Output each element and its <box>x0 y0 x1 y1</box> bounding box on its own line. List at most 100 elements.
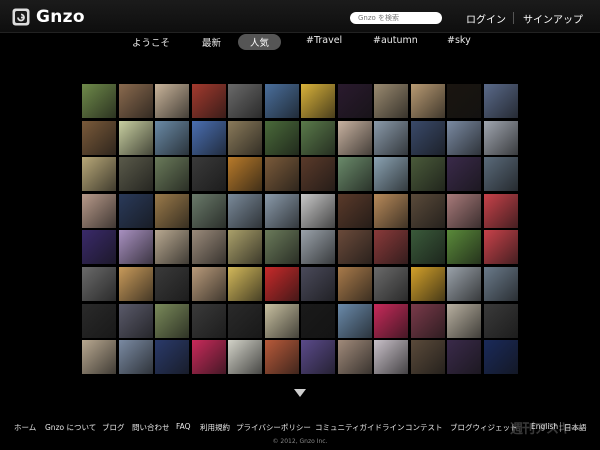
photo-thumbnail[interactable] <box>191 84 226 118</box>
photo-thumbnail[interactable] <box>447 84 481 118</box>
footer-link-blog[interactable]: ブログ <box>102 422 125 433</box>
photo-thumbnail[interactable] <box>447 303 481 338</box>
footer-link-terms[interactable]: 利用規約 <box>200 422 230 433</box>
photo-thumbnail[interactable] <box>447 120 481 155</box>
photo-thumbnail[interactable] <box>264 120 299 155</box>
photo-thumbnail[interactable] <box>264 230 299 265</box>
photo-thumbnail[interactable] <box>118 303 153 338</box>
photo-thumbnail[interactable] <box>301 84 335 118</box>
signup-link[interactable]: サインアップ <box>523 11 583 26</box>
footer-link-widget[interactable]: ブログウィジェット <box>450 422 518 433</box>
photo-thumbnail[interactable] <box>228 230 262 265</box>
brand-logo[interactable]: Gnzo <box>12 7 85 27</box>
photo-thumbnail[interactable] <box>228 340 262 375</box>
footer-link-faq[interactable]: FAQ <box>176 422 191 431</box>
photo-thumbnail[interactable] <box>191 157 226 192</box>
photo-thumbnail[interactable] <box>337 266 372 301</box>
photo-thumbnail[interactable] <box>191 340 226 375</box>
footer-link-privacy[interactable]: プライバシーポリシー <box>236 422 311 433</box>
photo-thumbnail[interactable] <box>337 157 372 192</box>
more-arrow-icon[interactable] <box>294 389 306 397</box>
photo-thumbnail[interactable] <box>410 340 445 375</box>
photo-thumbnail[interactable] <box>337 230 372 265</box>
photo-thumbnail[interactable] <box>155 193 189 228</box>
photo-thumbnail[interactable] <box>337 193 372 228</box>
photo-thumbnail[interactable] <box>337 303 372 338</box>
photo-thumbnail[interactable] <box>410 84 445 118</box>
photo-thumbnail[interactable] <box>118 120 153 155</box>
photo-thumbnail[interactable] <box>301 303 335 338</box>
photo-thumbnail[interactable] <box>483 84 518 118</box>
photo-thumbnail[interactable] <box>410 266 445 301</box>
photo-thumbnail[interactable] <box>118 340 153 375</box>
photo-thumbnail[interactable] <box>228 266 262 301</box>
photo-thumbnail[interactable] <box>410 193 445 228</box>
photo-thumbnail[interactable] <box>374 230 408 265</box>
photo-thumbnail[interactable] <box>191 120 226 155</box>
photo-thumbnail[interactable] <box>228 84 262 118</box>
photo-thumbnail[interactable] <box>374 266 408 301</box>
photo-thumbnail[interactable] <box>337 340 372 375</box>
photo-thumbnail[interactable] <box>374 303 408 338</box>
photo-thumbnail[interactable] <box>155 84 189 118</box>
photo-thumbnail[interactable] <box>264 340 299 375</box>
photo-thumbnail[interactable] <box>264 193 299 228</box>
footer-link-contest[interactable]: コンテスト <box>405 422 443 433</box>
photo-thumbnail[interactable] <box>447 230 481 265</box>
photo-thumbnail[interactable] <box>483 340 518 375</box>
photo-thumbnail[interactable] <box>301 193 335 228</box>
login-link[interactable]: ログイン <box>466 11 506 26</box>
photo-thumbnail[interactable] <box>82 157 116 192</box>
photo-thumbnail[interactable] <box>447 266 481 301</box>
photo-thumbnail[interactable] <box>228 157 262 192</box>
photo-thumbnail[interactable] <box>118 230 153 265</box>
tab-travel[interactable]: #Travel <box>306 35 342 46</box>
photo-thumbnail[interactable] <box>82 120 116 155</box>
photo-thumbnail[interactable] <box>447 193 481 228</box>
photo-thumbnail[interactable] <box>118 84 153 118</box>
photo-thumbnail[interactable] <box>483 157 518 192</box>
photo-thumbnail[interactable] <box>82 303 116 338</box>
photo-thumbnail[interactable] <box>301 157 335 192</box>
photo-thumbnail[interactable] <box>155 230 189 265</box>
photo-thumbnail[interactable] <box>191 266 226 301</box>
photo-thumbnail[interactable] <box>374 157 408 192</box>
photo-thumbnail[interactable] <box>155 266 189 301</box>
photo-thumbnail[interactable] <box>228 193 262 228</box>
photo-thumbnail[interactable] <box>228 303 262 338</box>
photo-thumbnail[interactable] <box>410 230 445 265</box>
photo-thumbnail[interactable] <box>447 340 481 375</box>
photo-thumbnail[interactable] <box>301 230 335 265</box>
photo-thumbnail[interactable] <box>191 303 226 338</box>
photo-thumbnail[interactable] <box>483 230 518 265</box>
photo-thumbnail[interactable] <box>374 120 408 155</box>
tab-autumn[interactable]: #autumn <box>373 35 418 46</box>
photo-thumbnail[interactable] <box>155 303 189 338</box>
footer-link-home[interactable]: ホーム <box>14 422 36 433</box>
photo-thumbnail[interactable] <box>301 340 335 375</box>
tab-welcome[interactable]: ようこそ <box>132 35 170 49</box>
tab-latest[interactable]: 最新 <box>202 35 221 49</box>
photo-thumbnail[interactable] <box>155 120 189 155</box>
footer-link-guidelines[interactable]: コミュニティガイドライン <box>315 422 405 433</box>
photo-thumbnail[interactable] <box>410 157 445 192</box>
footer-link-contact[interactable]: 問い合わせ <box>132 422 170 433</box>
photo-thumbnail[interactable] <box>374 193 408 228</box>
photo-thumbnail[interactable] <box>374 84 408 118</box>
photo-thumbnail[interactable] <box>447 157 481 192</box>
photo-thumbnail[interactable] <box>264 303 299 338</box>
photo-thumbnail[interactable] <box>410 120 445 155</box>
photo-thumbnail[interactable] <box>483 120 518 155</box>
photo-thumbnail[interactable] <box>82 193 116 228</box>
photo-thumbnail[interactable] <box>118 157 153 192</box>
photo-thumbnail[interactable] <box>264 84 299 118</box>
photo-thumbnail[interactable] <box>82 340 116 375</box>
photo-thumbnail[interactable] <box>118 266 153 301</box>
photo-thumbnail[interactable] <box>191 193 226 228</box>
photo-thumbnail[interactable] <box>374 340 408 375</box>
photo-thumbnail[interactable] <box>301 266 335 301</box>
footer-link-about[interactable]: Gnzo について <box>45 422 96 433</box>
photo-thumbnail[interactable] <box>264 157 299 192</box>
tab-popular[interactable]: 人気 <box>238 34 282 50</box>
photo-thumbnail[interactable] <box>118 193 153 228</box>
